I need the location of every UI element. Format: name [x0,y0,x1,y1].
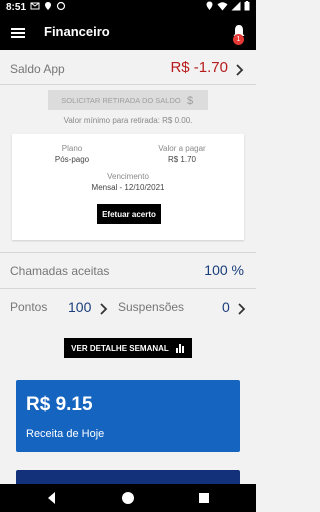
page-title: Financeiro [44,24,110,39]
request-withdrawal-button[interactable]: SOLICITAR RETIRADA DO SALDO $ [48,90,208,110]
status-left-icons [30,1,66,11]
location-icon [43,1,53,11]
mail-icon [30,1,40,11]
calls-row: Chamadas aceitas 100 % [0,260,256,282]
daily-revenue-label: Receita de Hoje [26,428,105,440]
plan-card: Plano Pós-pago Valor a pagar R$ 1.70 Ven… [12,134,244,240]
notification-badge: 1 [233,34,244,45]
vencimento-value: Mensal - 12/10/2021 [91,183,165,192]
home-icon[interactable] [120,490,136,506]
minimum-withdrawal-text: Valor mínimo para retirada: R$ 0.00. [63,116,193,125]
pontos-label: Pontos [10,300,48,314]
divider [0,252,256,253]
pontos-value: 100 [68,299,92,315]
plano-value: Pós-pago [54,155,90,164]
next-card[interactable] [16,470,240,484]
weekly-detail-label: VER DETALHE SEMANAL [71,343,169,353]
saldo-label: Saldo App [10,62,65,76]
valor-label: Valor a pagar [158,144,206,153]
signal-icon [231,1,241,11]
chevron-right-icon[interactable] [236,302,246,315]
app-bar: Financeiro 1 [0,16,256,50]
valor-value: R$ 1.70 [167,155,197,164]
saldo-row[interactable]: Saldo App R$ -1.70 [0,58,256,80]
back-icon[interactable] [44,490,60,506]
plano-label: Plano [61,144,83,153]
dollar-icon: $ [187,94,195,106]
divider [0,288,256,289]
sync-icon [56,1,66,11]
request-withdrawal-label: SOLICITAR RETIRADA DO SALDO [61,95,181,105]
daily-revenue-card[interactable]: R$ 9.15 Receita de Hoje [16,380,240,452]
divider [0,84,256,85]
bar-chart-icon [175,343,185,353]
svg-text:$: $ [187,95,193,106]
status-bar: 8:51 [0,0,256,16]
saldo-value: R$ -1.70 [170,59,228,76]
navigation-bar [0,484,256,512]
wifi-icon [217,1,228,11]
stats-row: Pontos 100 Suspensões 0 [0,298,256,318]
vencimento-label: Vencimento [107,172,149,181]
chevron-right-icon[interactable] [234,63,244,76]
weekly-detail-button[interactable]: VER DETALHE SEMANAL [64,338,192,358]
calls-label: Chamadas aceitas [10,264,110,278]
status-time: 8:51 [6,2,27,13]
calls-value: 100 % [204,262,244,278]
suspensoes-label: Suspensões [118,300,185,314]
status-right-icons [205,1,250,11]
recents-icon[interactable] [196,490,212,506]
settle-button[interactable]: Efetuar acerto [97,204,161,224]
location-icon [205,1,214,11]
suspensoes-value: 0 [222,299,230,315]
battery-icon [244,1,250,11]
menu-icon[interactable] [10,25,26,41]
chevron-right-icon[interactable] [98,302,108,315]
daily-revenue-value: R$ 9.15 [26,394,93,415]
